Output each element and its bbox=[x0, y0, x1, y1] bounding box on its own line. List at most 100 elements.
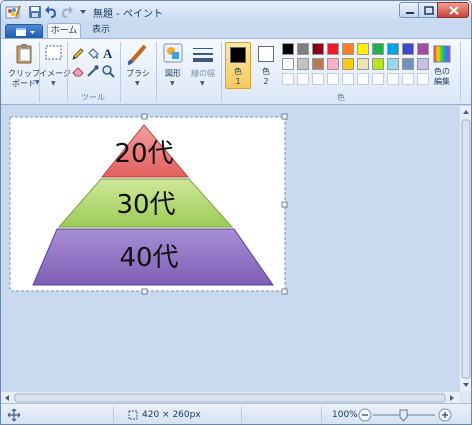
group-separator bbox=[67, 42, 68, 102]
customize-quick-access-icon[interactable] bbox=[76, 5, 90, 19]
edit-colors-icon bbox=[433, 45, 451, 63]
tools-group-label: ツール bbox=[81, 93, 105, 102]
close-button[interactable] bbox=[437, 2, 469, 18]
tab-home[interactable]: ホーム bbox=[47, 23, 81, 39]
save-icon[interactable] bbox=[28, 5, 42, 19]
group-separator bbox=[156, 42, 157, 102]
brush-icon bbox=[127, 44, 147, 65]
text-tool-icon[interactable]: A bbox=[101, 46, 115, 60]
vertical-scrollbar[interactable] bbox=[459, 106, 471, 391]
zoom-in-icon[interactable] bbox=[438, 408, 452, 422]
color1-button[interactable]: 色 1 bbox=[225, 42, 251, 89]
tab-view[interactable]: 表示 bbox=[85, 23, 117, 39]
custom-color-slot[interactable] bbox=[342, 73, 354, 85]
paint-menu-icon bbox=[16, 28, 35, 36]
horizontal-scroll-thumb[interactable] bbox=[14, 393, 446, 403]
resize-handle[interactable] bbox=[141, 288, 148, 295]
canvas-workspace: 20代 30代 40代 bbox=[1, 106, 459, 391]
color2-label: 色 2 bbox=[262, 67, 270, 86]
vertical-scroll-thumb[interactable] bbox=[461, 119, 471, 379]
custom-color-slot[interactable] bbox=[357, 73, 369, 85]
minimize-button[interactable] bbox=[399, 2, 419, 18]
scroll-up-icon[interactable] bbox=[463, 110, 469, 114]
palette-swatch[interactable] bbox=[297, 43, 309, 55]
palette-swatch[interactable] bbox=[282, 43, 294, 55]
scroll-down-icon[interactable] bbox=[463, 383, 469, 387]
status-divider bbox=[113, 407, 114, 423]
color1-label: 色 1 bbox=[234, 67, 242, 86]
maximize-button[interactable] bbox=[418, 2, 438, 18]
image-dropdown-icon: ▼ bbox=[51, 80, 56, 87]
pencil-icon[interactable] bbox=[71, 47, 85, 61]
palette-swatch[interactable] bbox=[372, 58, 384, 70]
palette-swatch[interactable] bbox=[357, 58, 369, 70]
magnifier-icon[interactable] bbox=[101, 64, 115, 78]
scroll-corner bbox=[459, 391, 471, 403]
custom-color-slot[interactable] bbox=[297, 73, 309, 85]
custom-color-slot[interactable] bbox=[402, 73, 414, 85]
palette-swatch[interactable] bbox=[402, 43, 414, 55]
zoom-out-icon[interactable] bbox=[358, 408, 372, 422]
cursor-position-icon bbox=[7, 408, 21, 422]
scroll-right-icon[interactable] bbox=[450, 395, 454, 401]
redo-icon[interactable] bbox=[60, 5, 74, 19]
zoom-level: 100% bbox=[332, 410, 358, 420]
palette-swatch[interactable] bbox=[297, 58, 309, 70]
colors-group-label: 色 bbox=[337, 93, 345, 102]
color-picker-icon[interactable] bbox=[86, 64, 100, 78]
zoom-slider-thumb[interactable] bbox=[399, 409, 408, 422]
palette-swatch[interactable] bbox=[342, 43, 354, 55]
resize-handle[interactable] bbox=[281, 201, 288, 208]
paint-app-icon[interactable] bbox=[5, 4, 21, 20]
resize-handle[interactable] bbox=[281, 288, 288, 295]
clipboard-icon bbox=[16, 44, 32, 64]
group-separator bbox=[120, 42, 121, 102]
status-divider bbox=[321, 407, 322, 423]
line-width-icon bbox=[193, 48, 213, 62]
shapes-icon bbox=[163, 43, 183, 63]
custom-color-slot[interactable] bbox=[312, 73, 324, 85]
edit-colors-label: 色の 編集 bbox=[434, 67, 450, 86]
custom-color-slot[interactable] bbox=[282, 73, 294, 85]
scroll-left-icon[interactable] bbox=[5, 395, 9, 401]
palette-swatch[interactable] bbox=[417, 43, 429, 55]
title-bar: 無題 - ペイント bbox=[1, 1, 471, 23]
select-icon bbox=[45, 45, 62, 60]
palette-swatch[interactable] bbox=[357, 43, 369, 55]
palette-swatch[interactable] bbox=[312, 58, 324, 70]
custom-color-slot[interactable] bbox=[387, 73, 399, 85]
palette-swatch[interactable] bbox=[372, 43, 384, 55]
color1-swatch bbox=[230, 47, 246, 63]
status-divider bbox=[241, 407, 242, 423]
color2-swatch bbox=[258, 46, 274, 62]
eraser-icon[interactable] bbox=[71, 64, 85, 78]
palette-swatch[interactable] bbox=[387, 43, 399, 55]
undo-icon[interactable] bbox=[44, 5, 58, 19]
horizontal-scrollbar[interactable] bbox=[1, 391, 459, 403]
fill-bucket-icon[interactable] bbox=[86, 47, 100, 61]
paint-menu-button[interactable] bbox=[5, 24, 43, 39]
line-width-dropdown-icon: ▼ bbox=[200, 80, 205, 87]
palette-swatch[interactable] bbox=[282, 58, 294, 70]
palette-swatch[interactable] bbox=[327, 43, 339, 55]
shapes-dropdown-icon: ▼ bbox=[170, 80, 175, 87]
resize-handle[interactable] bbox=[141, 113, 148, 120]
palette-swatch[interactable] bbox=[327, 58, 339, 70]
line-width-label: 線の幅 bbox=[191, 69, 215, 78]
palette-swatch[interactable] bbox=[342, 58, 354, 70]
ribbon-tab-bar: ホーム 表示 bbox=[1, 23, 471, 39]
ribbon-home-panel: クリップ ボード ▼ イメージ ▼ A ツール ブラシ ▼ 図形 ▼ 線の幅 ▼… bbox=[1, 38, 471, 105]
resize-handle[interactable] bbox=[281, 113, 288, 120]
selection-overlay bbox=[9, 113, 288, 295]
custom-color-slot[interactable] bbox=[372, 73, 384, 85]
status-bar: 420 × 260px 100% bbox=[1, 403, 471, 424]
group-separator bbox=[460, 42, 461, 102]
custom-color-slot[interactable] bbox=[327, 73, 339, 85]
zoom-slider[interactable] bbox=[373, 408, 435, 422]
palette-swatch[interactable] bbox=[402, 58, 414, 70]
palette-swatch[interactable] bbox=[387, 58, 399, 70]
shapes-label: 図形 bbox=[165, 69, 181, 78]
svg-text:A: A bbox=[103, 46, 113, 60]
brush-label: ブラシ bbox=[126, 69, 150, 78]
palette-swatch[interactable] bbox=[312, 43, 324, 55]
